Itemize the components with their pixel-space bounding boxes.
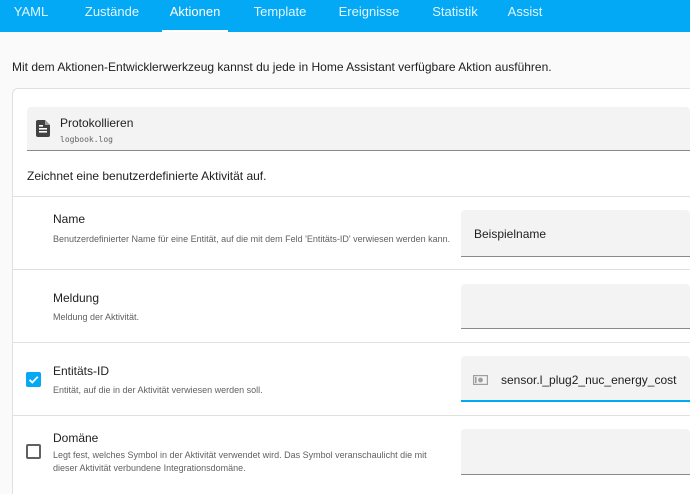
field-help-domain: Legt fest, welches Symbol in der Aktivit… <box>53 450 427 473</box>
name-input[interactable]: Beispielname <box>461 210 690 257</box>
divider <box>13 415 690 416</box>
tab-actions[interactable]: Aktionen <box>162 0 228 32</box>
field-title-domain: Domäne <box>53 431 99 445</box>
name-input-value: Beispielname <box>474 227 547 241</box>
field-title-message: Meldung <box>53 291 100 305</box>
document-icon <box>36 120 50 137</box>
message-input[interactable] <box>461 284 690 329</box>
entity-id-checkbox[interactable] <box>26 372 41 387</box>
action-name: Protokollieren <box>60 116 134 130</box>
tab-template[interactable]: Template <box>236 0 324 32</box>
action-picker[interactable]: Protokollieren logbook.log <box>27 107 690 151</box>
tab-states[interactable]: Zustände <box>62 0 162 32</box>
check-icon <box>28 376 39 384</box>
intro-text: Mit dem Aktionen-Entwicklerwerkzeug kann… <box>12 60 552 74</box>
tab-events[interactable]: Ereignisse <box>326 0 412 32</box>
domain-checkbox[interactable] <box>26 444 41 459</box>
action-description: Zeichnet eine benutzerdefinierte Aktivit… <box>27 169 267 183</box>
field-title-name: Name <box>53 212 86 226</box>
entity-id-input[interactable]: sensor.l_plug2_nuc_energy_cost <box>461 356 690 402</box>
field-help-message: Meldung der Aktivität. <box>53 312 140 322</box>
tab-statistics[interactable]: Statistik <box>414 0 496 32</box>
developer-tools-tab-bar: YAML Zustände Aktionen Template Ereignis… <box>0 0 690 32</box>
action-id: logbook.log <box>60 135 113 144</box>
divider <box>13 342 690 343</box>
divider <box>13 269 690 270</box>
field-title-entity-id: Entitäts-ID <box>53 364 110 378</box>
field-help-name: Benutzerdefinierter Name für eine Entitä… <box>53 234 451 244</box>
domain-input[interactable] <box>461 429 690 475</box>
tab-yaml[interactable]: YAML <box>0 0 62 32</box>
entity-id-input-value: sensor.l_plug2_nuc_energy_cost <box>501 373 677 387</box>
tab-assist[interactable]: Assist <box>498 0 552 32</box>
divider <box>13 196 690 197</box>
field-help-entity-id: Entität, auf die in der Aktivität verwie… <box>53 385 263 395</box>
cash-icon <box>473 375 488 385</box>
